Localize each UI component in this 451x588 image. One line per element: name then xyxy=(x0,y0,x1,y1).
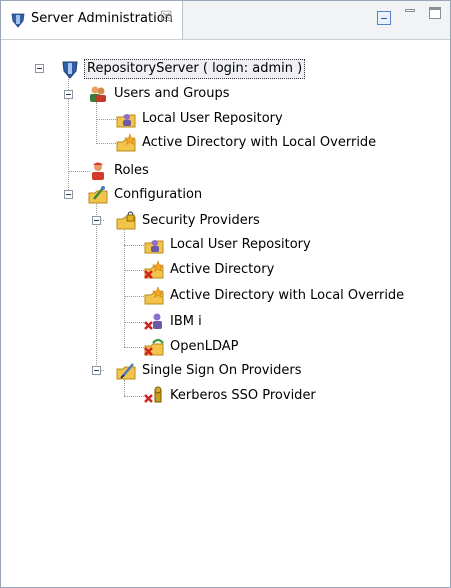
tree-node-label: Roles xyxy=(114,163,149,178)
tree-node-label: Kerberos SSO Provider xyxy=(170,388,316,403)
roles-icon xyxy=(92,162,104,180)
kerberos-error-icon xyxy=(144,386,162,403)
tree-node-label: Active Directory with Local Override xyxy=(142,135,377,150)
sso-folder-icon xyxy=(116,363,136,380)
tree-node-security-providers[interactable]: Security Providers xyxy=(116,210,262,232)
directory-star-icon xyxy=(144,286,164,305)
root-toggle[interactable] xyxy=(35,64,44,73)
tree-node-label: IBM i xyxy=(170,314,202,329)
tree-node-label: Active Directory xyxy=(170,262,275,277)
tree-node-configuration[interactable]: Configuration xyxy=(88,184,204,206)
tree-node-label: Local User Repository xyxy=(170,237,311,252)
tree-node-sso-providers[interactable]: Single Sign On Providers xyxy=(116,360,304,382)
tree-node-label: Security Providers xyxy=(142,213,260,228)
tree-node-sso-kerberos[interactable]: Kerberos SSO Provider xyxy=(144,385,318,407)
server-shield-icon xyxy=(62,61,78,79)
users-groups-icon xyxy=(90,86,106,102)
tree-node-label: Configuration xyxy=(114,187,203,202)
security-folder-lock-icon xyxy=(116,211,136,230)
configuration-toggle[interactable] xyxy=(64,190,73,199)
tree-node-root[interactable]: RepositoryServer ( login: admin ) xyxy=(60,58,306,80)
collapse-all-icon[interactable] xyxy=(377,11,391,25)
tree-node-sp-ad[interactable]: Active Directory xyxy=(144,259,276,281)
tree-node-label: Local User Repository xyxy=(142,111,283,126)
minimize-icon[interactable] xyxy=(405,9,415,12)
users-groups-toggle[interactable] xyxy=(64,90,73,99)
local-user-repository-icon xyxy=(116,114,136,128)
sso-providers-toggle[interactable] xyxy=(92,366,101,375)
openldap-error-icon xyxy=(144,338,164,356)
tree-node-label: RepositoryServer ( login: admin ) xyxy=(84,59,306,79)
tree-node-sp-openldap[interactable]: OpenLDAP xyxy=(144,336,240,358)
tree-node-label: OpenLDAP xyxy=(170,339,239,354)
view-tab-bar: Server Administration ☒ xyxy=(1,1,450,40)
directory-star-error-icon xyxy=(144,260,164,279)
server-administration-view: Server Administration ☒ RepositoryServer… xyxy=(0,0,451,588)
close-icon[interactable]: ☒ xyxy=(160,9,173,25)
server-shield-icon xyxy=(11,13,25,28)
tree-node-label: Users and Groups xyxy=(114,86,230,101)
maximize-icon[interactable] xyxy=(429,7,441,19)
tree-node-label: Single Sign On Providers xyxy=(142,363,302,378)
tree-node-roles[interactable]: Roles xyxy=(88,160,151,182)
security-providers-toggle[interactable] xyxy=(92,216,101,225)
ibm-i-error-icon xyxy=(144,313,162,330)
tree-node-sp-ibmi[interactable]: IBM i xyxy=(144,311,204,333)
tree-node-sp-ad-override[interactable]: Active Directory with Local Override xyxy=(144,285,406,307)
configuration-folder-icon xyxy=(88,186,108,204)
tree-node-sp-local[interactable]: Local User Repository xyxy=(144,234,313,256)
server-tree: RepositoryServer ( login: admin ) Users … xyxy=(1,40,450,587)
tree-node-ug-local[interactable]: Local User Repository xyxy=(116,108,285,130)
local-user-repository-icon xyxy=(144,240,164,254)
tree-node-label: Active Directory with Local Override xyxy=(170,288,405,303)
tab-server-administration[interactable]: Server Administration ☒ xyxy=(1,1,183,39)
tree-node-users-groups[interactable]: Users and Groups xyxy=(88,83,231,105)
directory-star-icon xyxy=(116,133,136,152)
tab-title: Server Administration xyxy=(31,11,173,26)
tree-node-ug-ad-override[interactable]: Active Directory with Local Override xyxy=(116,132,378,154)
